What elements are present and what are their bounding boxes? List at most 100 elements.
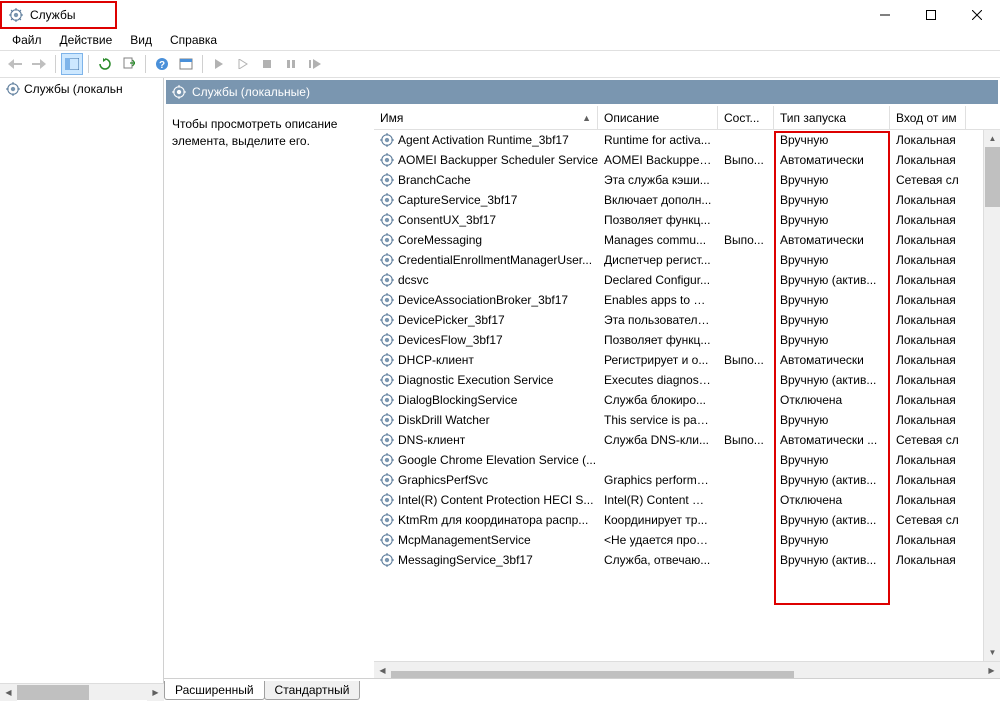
menu-action[interactable]: Действие bbox=[52, 31, 121, 49]
nav-forward-button[interactable] bbox=[28, 53, 50, 75]
vertical-scrollbar[interactable]: ▲ ▼ bbox=[983, 130, 1000, 661]
service-row[interactable]: dcsvcDeclared Configur...Вручную (актив.… bbox=[374, 270, 1000, 290]
service-row[interactable]: DiskDrill WatcherThis service is part ..… bbox=[374, 410, 1000, 430]
cell-startup: Вручную (актив... bbox=[774, 511, 890, 529]
scroll-thumb[interactable] bbox=[17, 685, 89, 700]
col-header-status[interactable]: Сост... bbox=[718, 106, 774, 129]
service-row[interactable]: CredentialEnrollmentManagerUser...Диспет… bbox=[374, 250, 1000, 270]
cell-logon: Локальная bbox=[890, 471, 966, 489]
cell-startup: Отключена bbox=[774, 391, 890, 409]
tree-root-services[interactable]: Службы (локальн bbox=[0, 78, 163, 100]
col-header-name[interactable]: Имя▲ bbox=[374, 106, 598, 129]
scroll-thumb[interactable] bbox=[985, 147, 1000, 207]
start-service-button[interactable] bbox=[208, 53, 230, 75]
cell-description: Служба блокиро... bbox=[598, 391, 718, 409]
outer-horizontal-scrollbar[interactable]: ◀ ▶ bbox=[0, 683, 164, 700]
service-row[interactable]: Google Chrome Elevation Service (...Вруч… bbox=[374, 450, 1000, 470]
cell-status: Выпо... bbox=[718, 231, 774, 249]
close-button[interactable] bbox=[954, 0, 1000, 30]
service-row[interactable]: ConsentUX_3bf17Позволяет функц...Вручную… bbox=[374, 210, 1000, 230]
tree-root-label: Службы (локальн bbox=[24, 82, 123, 96]
cell-status bbox=[718, 318, 774, 322]
scroll-right-button[interactable]: ▶ bbox=[983, 662, 1000, 679]
nav-back-button[interactable] bbox=[4, 53, 26, 75]
service-row[interactable]: AOMEI Backupper Scheduler ServiceAOMEI B… bbox=[374, 150, 1000, 170]
tab-extended[interactable]: Расширенный bbox=[164, 681, 265, 700]
service-row[interactable]: DHCP-клиентРегистрирует и о...Выпо...Авт… bbox=[374, 350, 1000, 370]
cell-logon: Локальная bbox=[890, 211, 966, 229]
cell-startup: Автоматически bbox=[774, 151, 890, 169]
maximize-button[interactable] bbox=[908, 0, 954, 30]
cell-startup: Автоматически bbox=[774, 351, 890, 369]
stop-service-button[interactable] bbox=[256, 53, 278, 75]
cell-description: Graphics performa... bbox=[598, 471, 718, 489]
scroll-left-button[interactable]: ◀ bbox=[374, 662, 391, 679]
service-row[interactable]: CaptureService_3bf17Включает дополн...Вр… bbox=[374, 190, 1000, 210]
help-button[interactable]: ? bbox=[151, 53, 173, 75]
scroll-left-button[interactable]: ◀ bbox=[0, 684, 17, 701]
service-row[interactable]: McpManagementService<Не удается проч...В… bbox=[374, 530, 1000, 550]
restart-service-button[interactable] bbox=[304, 53, 326, 75]
content-area: Службы (локальн Службы (локальные) Чтобы… bbox=[0, 78, 1000, 700]
cell-description: Manages commu... bbox=[598, 231, 718, 249]
app-icon bbox=[8, 7, 24, 23]
service-row[interactable]: CoreMessagingManages commu...Выпо...Авто… bbox=[374, 230, 1000, 250]
refresh-button[interactable] bbox=[94, 53, 116, 75]
cell-logon: Локальная bbox=[890, 251, 966, 269]
service-row[interactable]: DialogBlockingServiceСлужба блокиро... От… bbox=[374, 390, 1000, 410]
cell-name: DialogBlockingService bbox=[374, 391, 598, 409]
scroll-thumb[interactable] bbox=[391, 671, 794, 678]
show-hide-tree-button[interactable] bbox=[61, 53, 83, 75]
minimize-button[interactable] bbox=[862, 0, 908, 30]
cell-logon: Локальная bbox=[890, 451, 966, 469]
properties-button[interactable] bbox=[175, 53, 197, 75]
scroll-right-button[interactable]: ▶ bbox=[147, 684, 164, 701]
restart-dropdown-button[interactable] bbox=[232, 53, 254, 75]
scroll-down-button[interactable]: ▼ bbox=[984, 644, 1000, 661]
service-row[interactable]: DeviceAssociationBroker_3bf17Enables app… bbox=[374, 290, 1000, 310]
cell-startup: Вручную bbox=[774, 451, 890, 469]
toolbar-separator bbox=[145, 55, 146, 73]
scroll-up-button[interactable]: ▲ bbox=[984, 130, 1000, 147]
service-row[interactable]: KtmRm для координатора распр...Координир… bbox=[374, 510, 1000, 530]
cell-name: DHCP-клиент bbox=[374, 351, 598, 369]
col-header-logon[interactable]: Вход от им bbox=[890, 106, 966, 129]
menu-file[interactable]: Файл bbox=[4, 31, 50, 49]
cell-startup: Автоматически bbox=[774, 231, 890, 249]
tab-standard[interactable]: Стандартный bbox=[264, 681, 361, 700]
services-list: Имя▲ Описание Сост... Тип запуска Вход о… bbox=[374, 106, 1000, 678]
export-list-button[interactable] bbox=[118, 53, 140, 75]
col-header-description[interactable]: Описание bbox=[598, 106, 718, 129]
cell-status bbox=[718, 458, 774, 462]
cell-status bbox=[718, 558, 774, 562]
cell-status bbox=[718, 418, 774, 422]
cell-name: MessagingService_3bf17 bbox=[374, 551, 598, 569]
menu-help[interactable]: Справка bbox=[162, 31, 225, 49]
cell-status bbox=[718, 278, 774, 282]
service-row[interactable]: MessagingService_3bf17Служба, отвечаю...… bbox=[374, 550, 1000, 570]
list-body[interactable]: Agent Activation Runtime_3bf17Runtime fo… bbox=[374, 130, 1000, 678]
cell-description: Регистрирует и о... bbox=[598, 351, 718, 369]
service-row[interactable]: Agent Activation Runtime_3bf17Runtime fo… bbox=[374, 130, 1000, 150]
cell-logon: Локальная bbox=[890, 131, 966, 149]
horizontal-scrollbar[interactable]: ◀ ▶ bbox=[374, 661, 1000, 678]
service-row[interactable]: Intel(R) Content Protection HECI S...Int… bbox=[374, 490, 1000, 510]
service-row[interactable]: BranchCacheЭта служба кэши...ВручнуюСете… bbox=[374, 170, 1000, 190]
menu-view[interactable]: Вид bbox=[122, 31, 160, 49]
cell-name: CoreMessaging bbox=[374, 231, 598, 249]
cell-startup: Вручную bbox=[774, 311, 890, 329]
cell-description: AOMEI Backupper... bbox=[598, 151, 718, 169]
service-row[interactable]: DevicesFlow_3bf17Позволяет функц...Вручн… bbox=[374, 330, 1000, 350]
service-row[interactable]: GraphicsPerfSvcGraphics performa...Вручн… bbox=[374, 470, 1000, 490]
cell-name: KtmRm для координатора распр... bbox=[374, 511, 598, 529]
col-header-startup[interactable]: Тип запуска bbox=[774, 106, 890, 129]
service-row[interactable]: DevicePicker_3bf17Эта пользователь...Вру… bbox=[374, 310, 1000, 330]
cell-status: Выпо... bbox=[718, 351, 774, 369]
service-row[interactable]: Diagnostic Execution ServiceExecutes dia… bbox=[374, 370, 1000, 390]
cell-logon: Локальная bbox=[890, 291, 966, 309]
service-row[interactable]: DNS-клиентСлужба DNS-кли...Выпо...Автома… bbox=[374, 430, 1000, 450]
svg-text:?: ? bbox=[159, 60, 165, 71]
cell-status bbox=[718, 398, 774, 402]
pause-service-button[interactable] bbox=[280, 53, 302, 75]
cell-status bbox=[718, 198, 774, 202]
